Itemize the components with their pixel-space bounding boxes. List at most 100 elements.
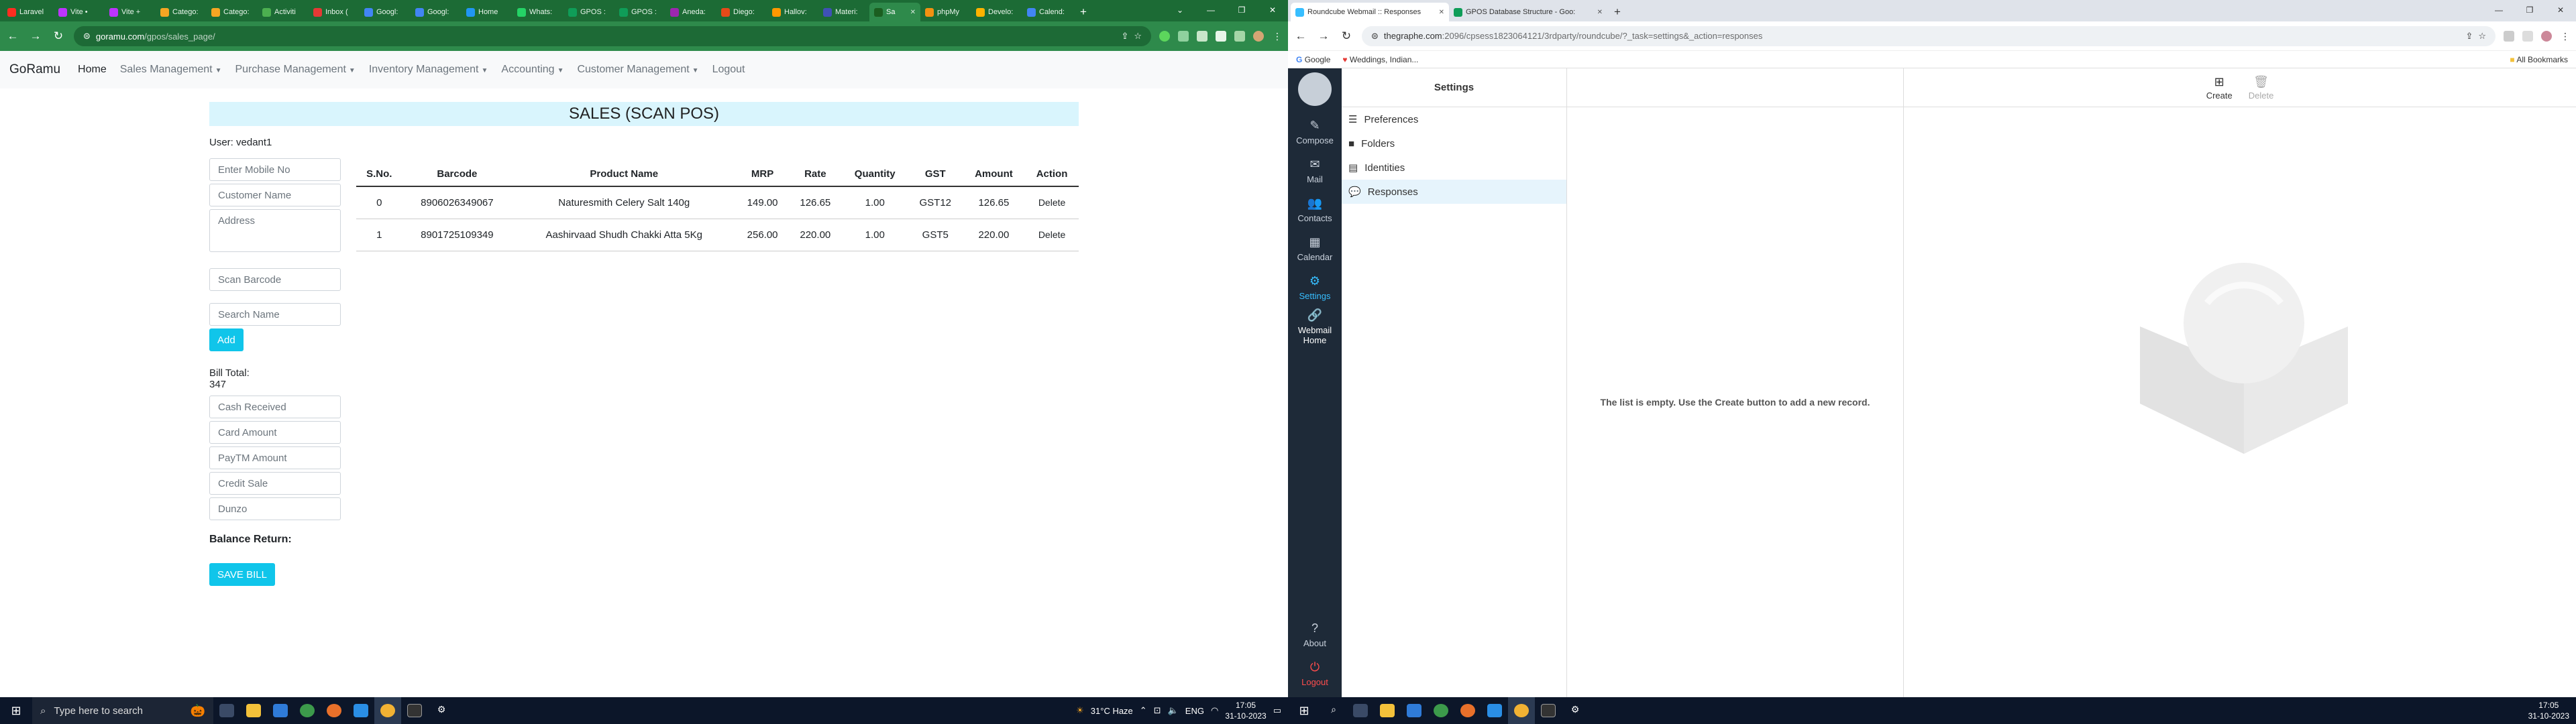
about-button[interactable]: ? About [1288,615,1342,654]
browser-tab[interactable]: Materi: [818,3,869,21]
new-tab-button[interactable]: + [1073,3,1093,21]
maximize-button[interactable]: ❐ [1226,0,1257,20]
back-icon[interactable]: ← [5,29,20,43]
settings-icon-right[interactable]: ⚙ [1562,697,1589,724]
browser-tab[interactable]: Catego: [207,3,258,21]
notification-icon[interactable]: ▭ [1273,705,1281,716]
delete-link[interactable]: Delete [1025,186,1079,219]
terminal-icon-right[interactable] [1535,697,1562,724]
settings-item-folders[interactable]: ■ Folders [1342,131,1566,156]
browser-tab[interactable]: Vite + [105,3,156,21]
reload-icon-right[interactable]: ↻ [1339,29,1354,43]
profile-avatar[interactable] [1253,31,1264,42]
address-input[interactable] [209,209,341,252]
tab-close-icon[interactable]: ✕ [1597,9,1603,16]
vscode-icon[interactable] [347,697,374,724]
tray-chevron-icon[interactable]: ⌃ [1140,705,1147,716]
close-window-button[interactable]: ✕ [1257,0,1288,20]
browser-tab[interactable]: phpMy [920,3,971,21]
sidebar-icon[interactable] [1234,31,1245,42]
browser-tab[interactable]: Calend: [1022,3,1073,21]
profile-avatar-right[interactable] [2541,30,2552,42]
search-name-input[interactable] [209,303,341,326]
browser-tab-right[interactable]: GPOS Database Structure - Goo: ✕ [1449,3,1607,21]
site-info-icon-right[interactable]: ⊜ [1371,31,1379,42]
taskbar-search[interactable]: ⌕ Type here to search 🎃 [32,697,213,724]
nav-compose[interactable]: ✎ Compose [1288,113,1342,152]
windows-start-icon-right[interactable]: ⊞ [1288,704,1320,718]
clock-right[interactable]: 17:05 31-10-2023 [2528,700,2569,721]
paytm-amount-input[interactable] [209,446,341,469]
browser-tab[interactable]: Activiti [258,3,309,21]
extension-green-icon[interactable] [1159,31,1170,42]
minimize-button[interactable]: — [1195,0,1226,20]
bookmark-star-icon[interactable]: ☆ [1134,31,1142,42]
firefox-icon[interactable] [321,697,347,724]
task-view-icon[interactable] [213,697,240,724]
chrome-icon[interactable] [294,697,321,724]
address-bar-right[interactable]: ⊜ thegraphe.com:2096/cpsess1823064121/3r… [1362,25,2496,46]
nav-purchase-management[interactable]: Purchase Management ▼ [235,64,355,76]
browser-tab[interactable]: Sa ✕ [869,3,920,21]
nav-accounting[interactable]: Accounting ▼ [501,64,564,76]
browser-tab[interactable]: Googl: [411,3,462,21]
nav-mail[interactable]: ✉ Mail [1288,152,1342,190]
customer-name-input[interactable] [209,184,341,206]
browser-tab-right[interactable]: Roundcube Webmail :: Responses ✕ [1291,3,1449,21]
sidebar-icon-right[interactable] [2522,30,2533,42]
browser-tab[interactable]: GPOS : [564,3,614,21]
browser-tab[interactable]: Diego: [716,3,767,21]
firefox-icon-right[interactable] [1454,697,1481,724]
file-explorer-icon-right[interactable] [1374,697,1401,724]
tab-close-icon[interactable]: ✕ [1439,9,1444,16]
mail-icon[interactable] [267,697,294,724]
browser-tab[interactable]: Catego: [156,3,207,21]
network-icon[interactable]: ⊡ [1154,705,1161,716]
browser-tab[interactable]: GPOS : [614,3,665,21]
site-info-icon[interactable]: ⊜ [83,31,91,42]
roundcube-logo[interactable] [1298,72,1332,106]
wifi-icon[interactable]: ◠ [1211,705,1218,716]
menu-icon-right[interactable]: ⋮ [2560,31,2571,42]
task-view-icon-right[interactable] [1347,697,1374,724]
tab-search-icon[interactable]: ⌄ [1165,0,1195,20]
address-bar[interactable]: ⊜ goramu.com/gpos/sales_page/ ⇪ ☆ [74,26,1151,46]
settings-item-preferences[interactable]: ☰ Preferences [1342,107,1566,131]
volume-icon[interactable]: 🔈 [1168,705,1179,716]
menu-icon[interactable]: ⋮ [1272,31,1283,42]
forward-icon-right[interactable]: → [1316,29,1331,43]
language-indicator[interactable]: ENG [1185,706,1204,716]
nav-sales-management[interactable]: Sales Management ▼ [120,64,222,76]
chrome-active-icon[interactable] [374,697,401,724]
tab-close-icon[interactable]: ✕ [910,9,916,16]
vscode-icon-right[interactable] [1481,697,1508,724]
back-icon-right[interactable]: ← [1293,29,1308,43]
nav-logout[interactable]: Logout [712,64,745,76]
settings-icon[interactable]: ⚙ [428,697,455,724]
nav-contacts[interactable]: 👥 Contacts [1288,190,1342,229]
credit-sale-input[interactable] [209,472,341,495]
save-bill-button[interactable]: SAVE BILL [209,563,275,586]
share-icon[interactable]: ⇪ [1121,31,1128,42]
windows-start-icon[interactable]: ⊞ [0,704,32,718]
all-bookmarks[interactable]: ■ All Bookmarks [2510,55,2568,64]
browser-tab[interactable]: Whats: [513,3,564,21]
mobile-input[interactable] [209,158,341,181]
bookmark-weddings[interactable]: ♥ Weddings, Indian... [1342,55,1418,64]
brand-logo[interactable]: GoRamu [9,62,60,77]
maximize-button-right[interactable]: ❐ [2514,0,2545,20]
minimize-button-right[interactable]: — [2483,0,2514,20]
add-button[interactable]: Add [209,328,244,351]
reload-icon[interactable]: ↻ [51,29,66,43]
extension-icon-right[interactable] [2504,30,2514,42]
logout-button[interactable]: ⏻ Logout [1288,654,1342,693]
browser-tab[interactable]: Googl: [360,3,411,21]
nav-calendar[interactable]: ▦ Calendar [1288,229,1342,268]
browser-tab[interactable]: Develo: [971,3,1022,21]
browser-tab[interactable]: Vite • [54,3,105,21]
nav-inventory-management[interactable]: Inventory Management ▼ [369,64,488,76]
browser-tab[interactable]: Home [462,3,513,21]
settings-item-identities[interactable]: ▤ Identities [1342,156,1566,180]
close-window-button-right[interactable]: ✕ [2545,0,2576,20]
browser-tab[interactable]: Hallov: [767,3,818,21]
